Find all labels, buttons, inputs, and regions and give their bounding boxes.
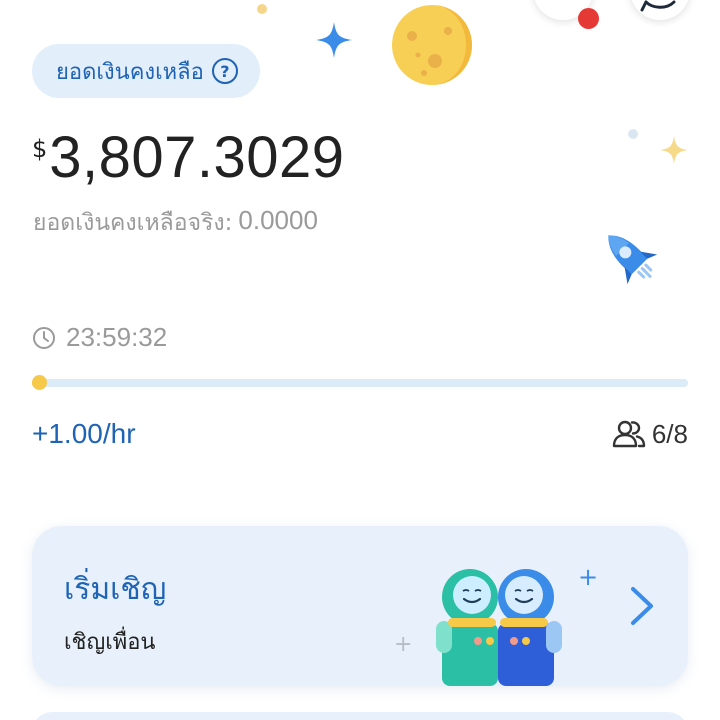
invite-card[interactable]: เริ่มเชิญ เชิญเพื่อน + +: [32, 526, 688, 686]
next-card-edge: [32, 712, 688, 720]
astronauts-illustration: + +: [394, 563, 598, 686]
real-balance: ยอดเงินคงเหลือจริง: 0.0000: [33, 205, 318, 241]
progress-knob: [32, 375, 47, 390]
invite-title: เริ่มเชิญ: [64, 572, 167, 607]
svg-text:+: +: [394, 632, 412, 657]
invite-subtitle: เชิญเพื่อน: [64, 630, 156, 655]
members-count: 6/8: [651, 418, 688, 449]
balance-label: ยอดเงินคงเหลือ: [56, 59, 204, 85]
dot-decoration: [257, 4, 267, 14]
svg-text:+: +: [578, 563, 598, 591]
sparkle-star-icon: [660, 136, 688, 164]
clock-icon: [33, 326, 55, 349]
real-balance-value: 0.0000: [238, 205, 318, 235]
balance-chip[interactable]: ยอดเงินคงเหลือ ?: [32, 44, 260, 98]
countdown-timer: 23:59:32: [32, 322, 167, 353]
chat-icon: [640, 0, 676, 12]
sparkle-star-icon: [316, 22, 352, 58]
dot-decoration: [628, 129, 638, 139]
rocket-icon: [608, 235, 658, 285]
moon-icon: [392, 5, 472, 85]
chat-button[interactable]: [630, 0, 690, 20]
countdown-text: 23:59:32: [66, 322, 168, 352]
members-count-group[interactable]: 6/8: [612, 418, 688, 450]
notification-dot: [578, 8, 599, 29]
balance-amount: $ 3,807.3029: [32, 125, 345, 191]
currency-symbol: $: [32, 135, 48, 163]
help-icon[interactable]: ?: [211, 58, 238, 84]
real-balance-label: ยอดเงินคงเหลือจริง:: [33, 210, 233, 236]
amount-value: 3,807.3029: [49, 125, 345, 190]
earning-rate: +1.00/hr: [32, 418, 136, 449]
people-icon: [612, 420, 646, 448]
progress-bar: [32, 375, 688, 390]
chevron-right-icon[interactable]: [626, 581, 658, 631]
